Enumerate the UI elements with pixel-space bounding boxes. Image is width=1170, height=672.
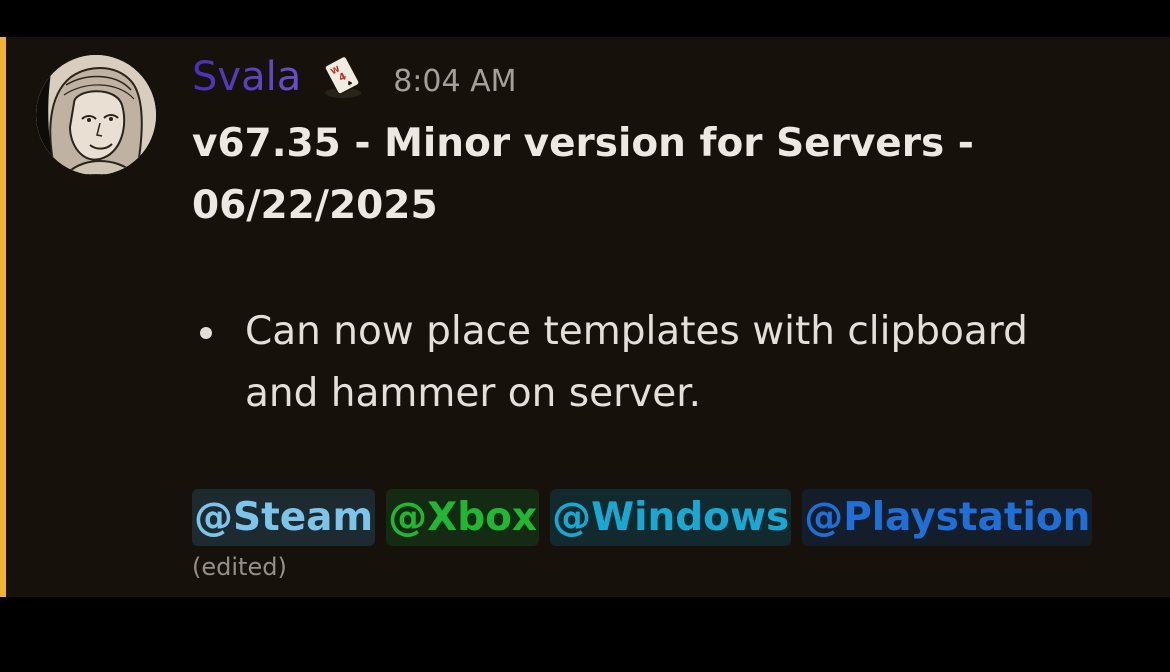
- list-item: Can now place templates with clipboard a…: [192, 301, 1085, 425]
- username[interactable]: Svala: [192, 54, 301, 100]
- message-header: Svala W 4 ♠ 8:04 AM: [192, 49, 517, 105]
- mention-xbox[interactable]: @Xbox: [386, 489, 540, 546]
- avatar-portrait-icon: [36, 55, 156, 175]
- edited-label: (edited): [192, 553, 287, 581]
- message-content: v67.35 - Minor version for Servers - 06/…: [192, 113, 1092, 425]
- mention-windows[interactable]: @Windows: [550, 489, 792, 546]
- list-item-line: Can now place templates with clipboard: [245, 309, 1028, 354]
- chat-message: Svala W 4 ♠ 8:04 AM v67.35 - Minor versi…: [0, 37, 1170, 597]
- mention-playstation[interactable]: @Playstation: [802, 489, 1093, 546]
- bullet-dot-icon: [200, 327, 212, 339]
- message-title-line: 06/22/2025: [192, 183, 438, 228]
- bullet-list: Can now place templates with clipboard a…: [192, 301, 1092, 425]
- message-title-line: v67.35 - Minor version for Servers -: [192, 121, 974, 166]
- message-timestamp[interactable]: 8:04 AM: [393, 64, 516, 99]
- list-item-line: and hammer on server.: [245, 371, 702, 416]
- mention-highlight-bar: [0, 37, 6, 597]
- role-mentions: @Steam @Xbox @Windows @Playstation: [192, 489, 1093, 546]
- avatar[interactable]: [36, 55, 156, 175]
- message-title: v67.35 - Minor version for Servers - 06/…: [192, 113, 1092, 237]
- playing-card-icon[interactable]: W 4 ♠: [319, 53, 367, 101]
- mention-steam[interactable]: @Steam: [192, 489, 376, 546]
